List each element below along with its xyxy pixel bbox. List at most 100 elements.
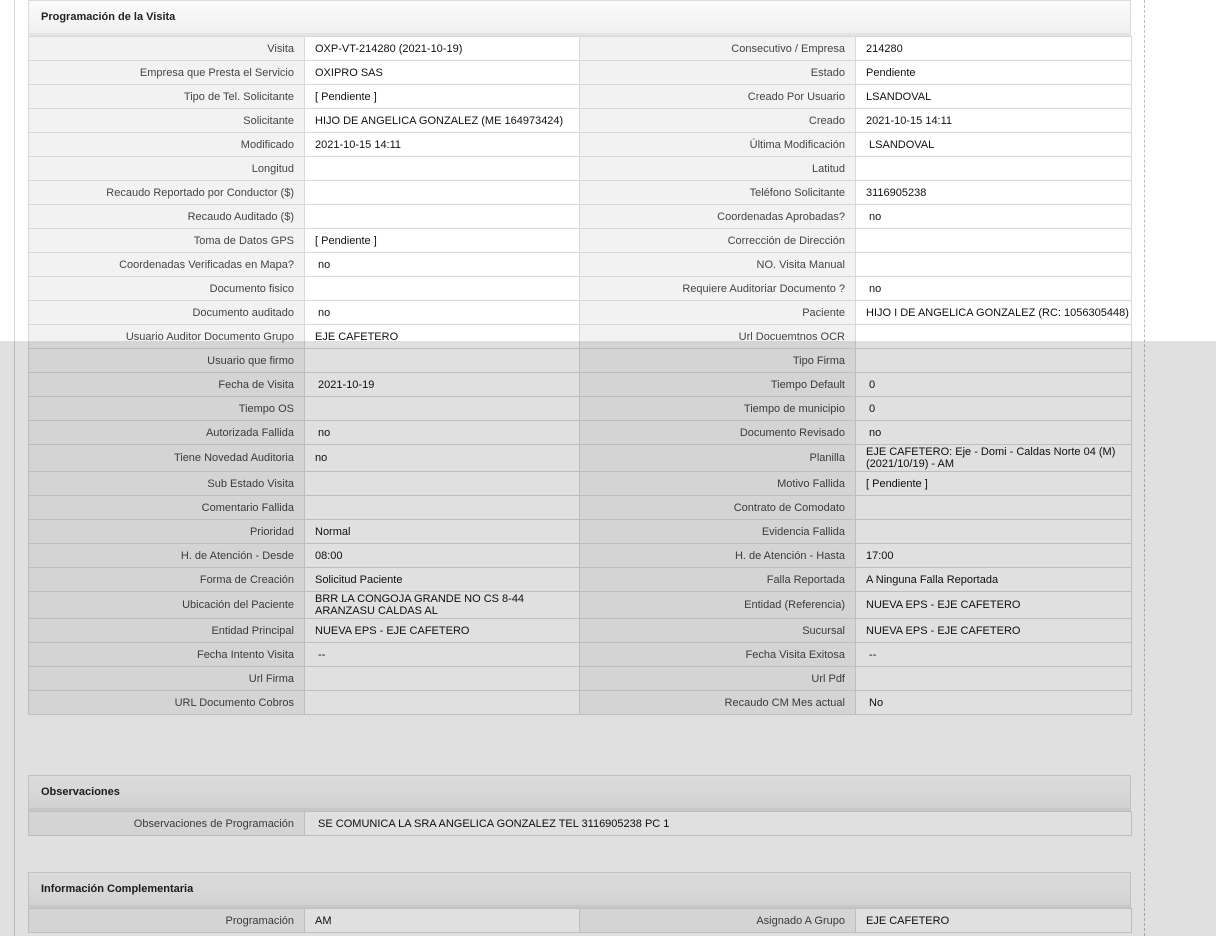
field-label: Evidencia Fallida bbox=[579, 519, 856, 544]
table-row: Toma de Datos GPS[ Pendiente ] Corrección… bbox=[28, 228, 1132, 253]
field-label: Entidad (Referencia) bbox=[579, 591, 856, 619]
field-value: 2021-10-19 bbox=[304, 372, 580, 397]
field-value: 08:00 bbox=[304, 543, 580, 568]
field-label: Sub Estado Visita bbox=[28, 471, 305, 496]
table-row: Entidad Principal NUEVA EPS - EJE CAFETER… bbox=[28, 618, 1132, 643]
table-row: Comentario Fallida Contrato de Comodato bbox=[28, 495, 1132, 520]
field-value: NUEVA EPS - EJE CAFETERO bbox=[855, 618, 1132, 643]
field-value bbox=[304, 156, 580, 181]
field-label: Autorizada Fallida bbox=[28, 420, 305, 445]
table-row: Recaudo Reportado por Conductor ($) Teléf… bbox=[28, 180, 1132, 205]
field-label: Paciente bbox=[579, 300, 856, 325]
field-label: Coordenadas Aprobadas? bbox=[579, 204, 856, 229]
field-label: Toma de Datos GPS bbox=[28, 228, 305, 253]
field-value: EJE CAFETERO bbox=[855, 908, 1132, 933]
section-title-complementary: Información Complementaria bbox=[28, 872, 1131, 908]
observations-table: Observaciones de Programación SE COMUNIC… bbox=[28, 811, 1132, 836]
field-value bbox=[304, 276, 580, 301]
field-value bbox=[855, 495, 1132, 520]
field-label: Fecha Intento Visita bbox=[28, 642, 305, 667]
table-row: Sub Estado Visita Motivo Fallida[ Pendien… bbox=[28, 471, 1132, 496]
observations-section: Observaciones Observaciones de Programac… bbox=[28, 775, 1132, 836]
field-value bbox=[304, 204, 580, 229]
table-row: Usuario Auditor Documento Grupo EJE CAFET… bbox=[28, 324, 1132, 349]
field-value: no bbox=[855, 204, 1132, 229]
field-label: Ubicación del Paciente bbox=[28, 591, 305, 619]
field-value: LSANDOVAL bbox=[855, 132, 1132, 157]
field-label: Url Firma bbox=[28, 666, 305, 691]
field-label: Entidad Principal bbox=[28, 618, 305, 643]
field-value: Normal bbox=[304, 519, 580, 544]
field-value: HIJO I DE ANGELICA GONZALEZ (RC: 1056305… bbox=[855, 300, 1132, 325]
field-label: Solicitante bbox=[28, 108, 305, 133]
field-value: [ Pendiente ] bbox=[855, 471, 1132, 496]
table-row: Fecha Intento Visita -- Fecha Visita Exit… bbox=[28, 642, 1132, 667]
field-value: no bbox=[304, 444, 580, 472]
field-label: Falla Reportada bbox=[579, 567, 856, 592]
field-value bbox=[855, 228, 1132, 253]
field-value: HIJO DE ANGELICA GONZALEZ (ME 164973424) bbox=[304, 108, 580, 133]
field-value: NUEVA EPS - EJE CAFETERO bbox=[855, 591, 1132, 619]
field-label: Programación bbox=[28, 908, 305, 933]
section-title-observations: Observaciones bbox=[28, 775, 1131, 811]
field-label: H. de Atención - Desde bbox=[28, 543, 305, 568]
table-row: Usuario que firmo Tipo Firma bbox=[28, 348, 1132, 373]
field-label: Creado bbox=[579, 108, 856, 133]
table-row: Tiene Novedad Auditoria no Planilla EJE CA… bbox=[28, 444, 1132, 472]
table-row: Documento auditado no Paciente HIJO I DE A… bbox=[28, 300, 1132, 325]
field-label: Fecha Visita Exitosa bbox=[579, 642, 856, 667]
field-label: Motivo Fallida bbox=[579, 471, 856, 496]
field-label: Tiempo de municipio bbox=[579, 396, 856, 421]
field-value: A Ninguna Falla Reportada bbox=[855, 567, 1132, 592]
field-label: Longitud bbox=[28, 156, 305, 181]
field-value: no bbox=[304, 420, 580, 445]
field-label: Teléfono Solicitante bbox=[579, 180, 856, 205]
field-label: Tipo de Tel. Solicitante bbox=[28, 84, 305, 109]
table-row: Ubicación del Paciente BRR LA CONGOJA GRA… bbox=[28, 591, 1132, 619]
field-value: EJE CAFETERO: Eje - Domi - Caldas Norte … bbox=[855, 444, 1132, 472]
table-row: Tiempo OS Tiempo de municipio 0 bbox=[28, 396, 1132, 421]
table-row: Observaciones de Programación SE COMUNIC… bbox=[28, 811, 1132, 836]
table-row: URL Documento Cobros Recaudo CM Mes actua… bbox=[28, 690, 1132, 715]
field-label: Estado bbox=[579, 60, 856, 85]
field-label: Visita bbox=[28, 36, 305, 61]
field-label: Documento auditado bbox=[28, 300, 305, 325]
field-value: 214280 bbox=[855, 36, 1132, 61]
table-row: Documento fisico Requiere Auditoriar Docu… bbox=[28, 276, 1132, 301]
field-value bbox=[304, 471, 580, 496]
left-border bbox=[14, 0, 15, 936]
table-row: Autorizada Fallida no Documento Revisado … bbox=[28, 420, 1132, 445]
field-value: SE COMUNICA LA SRA ANGELICA GONZALEZ TEL… bbox=[304, 811, 1132, 836]
field-label: Tiempo OS bbox=[28, 396, 305, 421]
field-label: Url Docuemtnos OCR bbox=[579, 324, 856, 349]
field-label: Tipo Firma bbox=[579, 348, 856, 373]
field-value: Solicitud Paciente bbox=[304, 567, 580, 592]
field-value: Pendiente bbox=[855, 60, 1132, 85]
field-label: Sucursal bbox=[579, 618, 856, 643]
field-label: Corrección de Dirección bbox=[579, 228, 856, 253]
field-label: Consecutivo / Empresa bbox=[579, 36, 856, 61]
table-row: H. de Atención - Desde 08:00 H. de Atenció… bbox=[28, 543, 1132, 568]
table-row: Recaudo Auditado ($) Coordenadas Aprobada… bbox=[28, 204, 1132, 229]
field-label: Usuario que firmo bbox=[28, 348, 305, 373]
field-label: Contrato de Comodato bbox=[579, 495, 856, 520]
field-label: Asignado A Grupo bbox=[579, 908, 856, 933]
table-row: Programación AM Asignado A Grupo EJE CAFETE… bbox=[28, 908, 1132, 933]
field-value: 3116905238 bbox=[855, 180, 1132, 205]
field-label: Recaudo Reportado por Conductor ($) bbox=[28, 180, 305, 205]
field-value: [ Pendiente ] bbox=[304, 228, 580, 253]
field-label: Documento Revisado bbox=[579, 420, 856, 445]
table-row: Modificado 2021-10-15 14:11 Última Modific… bbox=[28, 132, 1132, 157]
field-value: No bbox=[855, 690, 1132, 715]
field-value bbox=[855, 324, 1132, 349]
table-row: Coordenadas Verificadas en Mapa? no NO. V… bbox=[28, 252, 1132, 277]
field-value bbox=[855, 666, 1132, 691]
field-value: LSANDOVAL bbox=[855, 84, 1132, 109]
field-label: Latitud bbox=[579, 156, 856, 181]
right-dashed-border bbox=[1144, 0, 1145, 936]
field-value: no bbox=[855, 276, 1132, 301]
field-value: 17:00 bbox=[855, 543, 1132, 568]
field-value: 2021-10-15 14:11 bbox=[855, 108, 1132, 133]
field-label: Planilla bbox=[579, 444, 856, 472]
field-label: Última Modificación bbox=[579, 132, 856, 157]
